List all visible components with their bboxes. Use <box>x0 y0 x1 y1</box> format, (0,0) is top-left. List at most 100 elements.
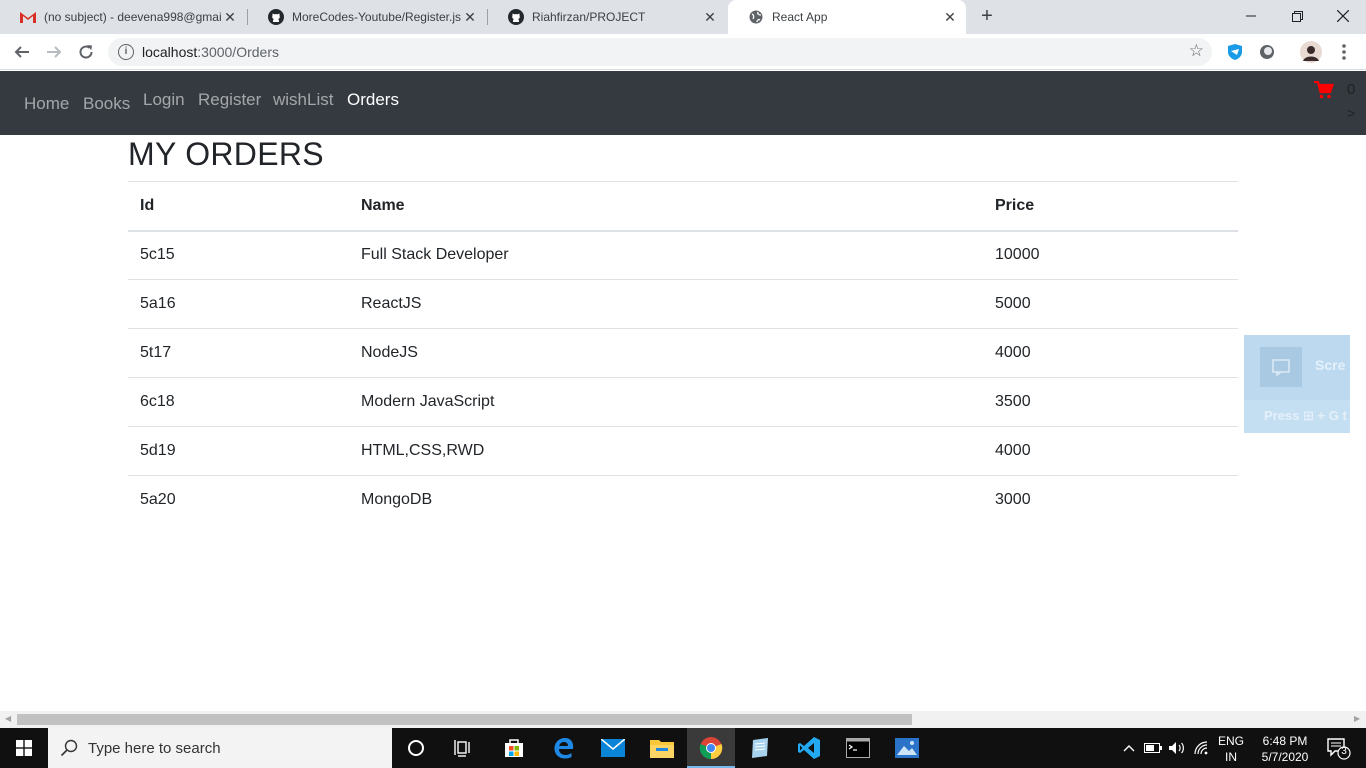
bookmark-star-icon[interactable]: ☆ <box>1189 41 1204 61</box>
search-placeholder: Type here to search <box>88 740 221 757</box>
order-name: ReactJS <box>349 279 983 329</box>
column-header-name: Name <box>349 181 983 232</box>
windows-taskbar: Type here to search ENG IN 6:48 PM 5/7/2… <box>0 728 1366 768</box>
forward-icon[interactable] <box>42 40 66 64</box>
app-navbar: Home Books Login Register wishList Order… <box>0 71 1366 135</box>
close-tab-icon[interactable]: ✕ <box>942 9 958 25</box>
new-tab-icon[interactable]: + <box>976 5 998 27</box>
store-icon[interactable] <box>490 728 538 768</box>
close-window-icon[interactable] <box>1320 0 1366 32</box>
shield-extension-icon[interactable] <box>1226 43 1244 61</box>
minimize-icon[interactable] <box>1228 0 1274 32</box>
cart-icon[interactable] <box>1314 80 1335 99</box>
order-name: MongoDB <box>361 491 433 509</box>
table-row: 5a16 ReactJS 5000 <box>128 279 1238 329</box>
order-id: 6c18 <box>128 377 349 427</box>
screen-snip-toast[interactable]: Scre Press ⊞ + G t <box>1244 335 1350 433</box>
tab-gmail[interactable]: (no subject) - deevena998@gmail ✕ <box>0 0 246 34</box>
order-id: 5c15 <box>128 230 349 280</box>
chevron-up-icon[interactable] <box>1120 728 1138 768</box>
nav-orders[interactable]: Orders <box>347 90 399 110</box>
nav-wishlist[interactable]: wishList <box>273 90 333 110</box>
scroll-left-icon[interactable]: ◀ <box>5 714 11 723</box>
taskbar-search-box[interactable]: Type here to search <box>48 728 392 768</box>
close-tab-icon[interactable]: ✕ <box>222 9 238 25</box>
tab-riahfirzan[interactable]: Riahfirzan/PROJECT ✕ <box>488 0 726 34</box>
search-icon <box>60 739 78 757</box>
order-price: 10000 <box>983 230 1238 280</box>
chrome-taskbar-icon[interactable] <box>687 728 735 768</box>
page-title: MY ORDERS <box>128 136 324 172</box>
globe-icon <box>748 9 764 25</box>
language-region: IN <box>1225 750 1237 764</box>
github-icon <box>508 9 524 25</box>
snip-toast-title: Scre <box>1315 357 1346 373</box>
table-row: 5c15 Full Stack Developer 10000 <box>128 230 1238 280</box>
site-info-icon[interactable]: i <box>118 44 134 60</box>
order-price: 3500 <box>983 377 1238 427</box>
notification-center-icon[interactable]: 3 <box>1318 728 1358 768</box>
order-name: Full Stack Developer <box>349 230 983 280</box>
wifi-icon[interactable] <box>1192 728 1212 768</box>
order-name: HTML,CSS,RWD <box>349 426 983 476</box>
vscode-icon[interactable] <box>785 728 833 768</box>
windows-start-icon[interactable] <box>0 728 48 768</box>
browser-tab-strip: (no subject) - deevena998@gmail ✕ MoreCo… <box>0 0 1366 34</box>
language-indicator[interactable]: ENG IN <box>1216 733 1246 765</box>
notification-count: 3 <box>1341 746 1347 757</box>
nav-register[interactable]: Register <box>198 90 261 110</box>
photos-icon[interactable] <box>883 728 931 768</box>
snip-icon <box>1260 347 1302 387</box>
back-icon[interactable] <box>10 40 34 64</box>
table-row: 6c18 Modern JavaScript 3500 <box>128 377 1238 427</box>
notepad-icon[interactable] <box>736 728 784 768</box>
language-code: ENG <box>1217 734 1244 748</box>
chrome-menu-icon[interactable] <box>1336 42 1352 62</box>
order-price: 5000 <box>983 279 1238 329</box>
restore-icon[interactable] <box>1274 0 1320 32</box>
gmail-icon <box>20 9 36 25</box>
address-bar[interactable]: i localhost:3000/Orders ☆ <box>108 38 1212 66</box>
task-view-icon[interactable] <box>440 728 488 768</box>
edge-icon[interactable] <box>540 728 588 768</box>
scroll-right-icon[interactable]: ▶ <box>1354 714 1360 723</box>
order-id: 5t17 <box>128 328 349 378</box>
volume-icon[interactable] <box>1166 728 1188 768</box>
table-row: 5t17 NodeJS 4000 <box>128 328 1238 378</box>
horizontal-scrollbar[interactable]: ◀ ▶ <box>0 711 1366 728</box>
tab-title: MoreCodes-Youtube/Register.js at <box>292 10 462 24</box>
scrollbar-thumb[interactable] <box>17 714 912 725</box>
close-tab-icon[interactable]: ✕ <box>702 9 718 25</box>
order-id: 5a20 <box>140 491 176 509</box>
taskbar-clock[interactable]: 6:48 PM 5/7/2020 <box>1254 733 1316 765</box>
clock-date: 5/7/2020 <box>1261 750 1309 764</box>
url-text: localhost:3000/Orders <box>142 44 279 60</box>
cart-count[interactable]: 0 <box>1347 81 1355 98</box>
terminal-icon[interactable] <box>834 728 882 768</box>
tab-react-app[interactable]: React App ✕ <box>728 0 966 34</box>
tab-title: Riahfirzan/PROJECT <box>532 10 646 24</box>
tab-title: (no subject) - deevena998@gmail <box>44 10 222 24</box>
mail-icon[interactable] <box>589 728 637 768</box>
order-name: Modern JavaScript <box>349 377 983 427</box>
nav-home[interactable]: Home <box>24 94 69 114</box>
github-icon <box>268 9 284 25</box>
clock-time: 6:48 PM <box>1262 734 1308 748</box>
close-tab-icon[interactable]: ✕ <box>462 9 478 25</box>
battery-icon[interactable] <box>1143 728 1163 768</box>
cart-arrow[interactable]: > <box>1347 105 1355 121</box>
nav-books[interactable]: Books <box>83 94 130 114</box>
tab-morecodes[interactable]: MoreCodes-Youtube/Register.js at ✕ <box>248 0 486 34</box>
circle-extension-icon[interactable] <box>1258 43 1276 61</box>
tab-title: React App <box>772 10 828 24</box>
file-explorer-icon[interactable] <box>638 728 686 768</box>
order-id: 5a16 <box>128 279 349 329</box>
order-price: 3000 <box>995 491 1031 509</box>
snip-toast-hint: Press ⊞ + G t <box>1264 408 1347 423</box>
table-header-row: Id Name Price <box>128 181 1238 232</box>
nav-login[interactable]: Login <box>143 90 185 110</box>
cortana-icon[interactable] <box>392 728 440 768</box>
profile-avatar-icon[interactable] <box>1300 41 1322 63</box>
orders-table: Id Name Price 5c15 Full Stack Developer … <box>128 181 1238 525</box>
reload-icon[interactable] <box>74 40 98 64</box>
